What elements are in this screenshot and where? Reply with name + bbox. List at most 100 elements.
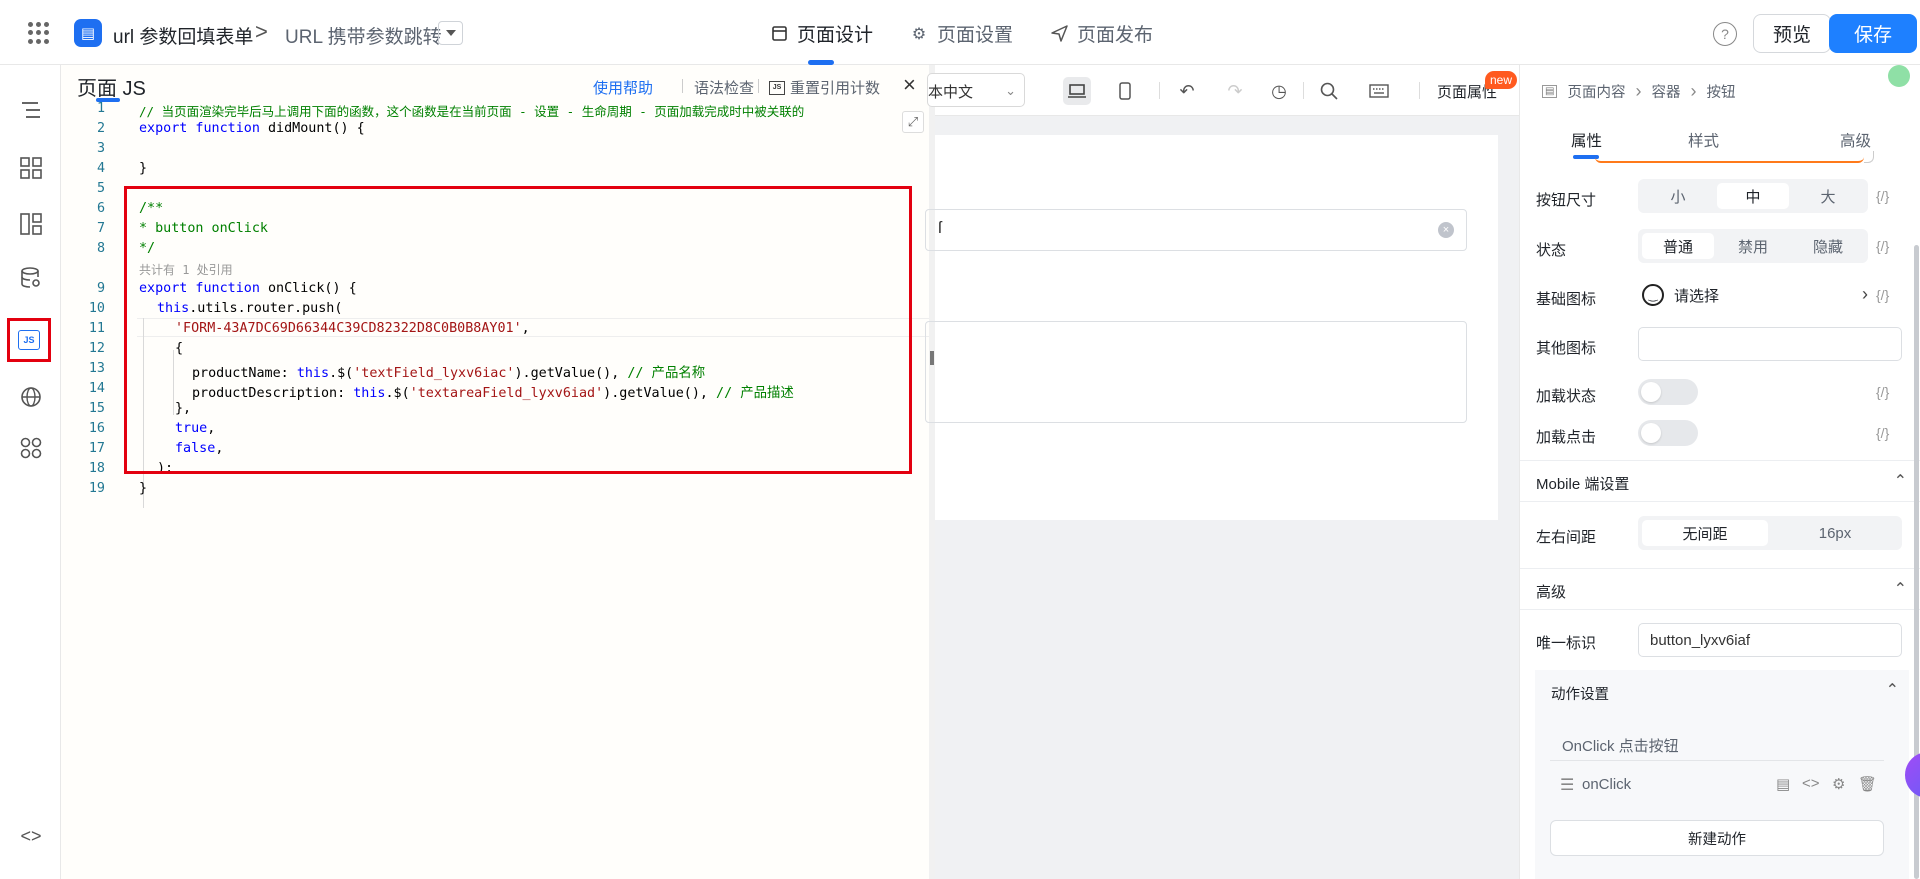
state-normal-option[interactable]: 普通: [1642, 233, 1714, 259]
new-action-button[interactable]: 新建动作: [1550, 820, 1884, 856]
chevron-right-icon: ›: [1635, 81, 1642, 101]
base-icon-picker[interactable]: ‿ 请选择 ›: [1638, 278, 1868, 312]
language-select[interactable]: 本中文 ⌄: [927, 73, 1025, 107]
previous-field-edge: [1595, 157, 1864, 163]
size-large-option[interactable]: 大: [1792, 183, 1864, 209]
loading-state-toggle[interactable]: [1638, 379, 1698, 405]
state-disabled-option[interactable]: 禁用: [1717, 233, 1789, 259]
code-toggle-icon[interactable]: <>: [14, 819, 48, 853]
tab-page-design[interactable]: 页面设计: [770, 20, 873, 47]
margin-segment: 无间距 16px: [1638, 516, 1902, 550]
loading-click-toggle[interactable]: [1638, 420, 1698, 446]
keyboard-icon[interactable]: [1365, 77, 1393, 105]
variable-bind-icon[interactable]: {/}: [1876, 188, 1889, 204]
line-number: 8: [96, 241, 105, 256]
divider: [758, 79, 759, 93]
app-name[interactable]: url 参数回填表单: [113, 22, 253, 49]
canvas-toolbar: 本中文 ⌄ ↶ ↷ ◷ 页面属性 new: [927, 65, 1519, 116]
mobile-view-icon[interactable]: [1111, 77, 1139, 105]
margin-none-option[interactable]: 无间距: [1642, 520, 1768, 546]
action-settings-header[interactable]: 动作设置 ⌃: [1535, 670, 1909, 712]
js-editor-panel: 页面 JS 使用帮助 语法检查 JS 重置引用计数 × ⤢ 1 2 3 4 5 …: [61, 65, 935, 879]
page-switch-dropdown[interactable]: [438, 21, 463, 45]
line-number: 7: [96, 221, 105, 236]
components-icon[interactable]: [14, 151, 48, 185]
onclick-action-item[interactable]: ☰ onClick ▤ <> ⚙ 🗑: [1550, 763, 1884, 807]
line-number: 12: [88, 341, 105, 356]
help-link[interactable]: 使用帮助: [593, 77, 653, 98]
chevron-right-icon: ›: [1690, 81, 1697, 101]
syntax-check-button[interactable]: 语法检查: [682, 77, 754, 98]
variable-bind-icon[interactable]: {/}: [1876, 425, 1889, 441]
preview-button[interactable]: 预览: [1753, 14, 1831, 53]
page-name[interactable]: URL 携带参数跳转: [285, 22, 442, 49]
divider: [1303, 82, 1304, 99]
section-title: 高级: [1536, 584, 1567, 601]
top-bar: ▤ url 参数回填表单 > URL 携带参数跳转 页面设计 ⚙ 页面设置 页面…: [0, 0, 1920, 65]
line-number: 1: [96, 101, 105, 116]
page-content-icon: ▤: [1542, 85, 1558, 98]
tab-advanced[interactable]: 高级: [1840, 129, 1871, 151]
help-icon[interactable]: ?: [1713, 22, 1737, 46]
uid-input[interactable]: button_lyxv6iaf: [1638, 623, 1902, 657]
line-number: 17: [88, 441, 105, 456]
size-medium-option[interactable]: 中: [1717, 183, 1789, 209]
other-icon-input[interactable]: [1638, 327, 1902, 361]
document-icon[interactable]: ▤: [1776, 775, 1790, 793]
layout-icon: [770, 25, 788, 43]
templates-icon[interactable]: [14, 207, 48, 241]
desktop-view-icon[interactable]: [1063, 77, 1091, 105]
line-number: 10: [88, 301, 105, 316]
js-badge: JS: [18, 330, 40, 350]
left-rail: JS <>: [0, 65, 61, 879]
variable-bind-icon[interactable]: {/}: [1876, 238, 1889, 254]
breadcrumb-item[interactable]: 按钮: [1706, 81, 1735, 102]
tab-page-settings[interactable]: ⚙ 页面设置: [910, 20, 1013, 47]
save-button[interactable]: 保存: [1829, 14, 1917, 53]
trash-icon[interactable]: 🗑: [1858, 775, 1877, 793]
state-hidden-option[interactable]: 隐藏: [1792, 233, 1864, 259]
close-icon[interactable]: ×: [903, 72, 916, 98]
button-size-label: 按钮尺寸: [1536, 192, 1597, 209]
apps-icon[interactable]: [14, 431, 48, 465]
line-number: 19: [88, 481, 105, 496]
loading-click-label: 加载点击: [1536, 429, 1597, 446]
code-icon[interactable]: <>: [1802, 775, 1820, 792]
input-fragment: ſ: [938, 218, 942, 237]
variable-bind-icon[interactable]: {/}: [1876, 384, 1889, 400]
redo-icon[interactable]: ↷: [1221, 77, 1249, 105]
margin-16px-option[interactable]: 16px: [1772, 520, 1898, 546]
tab-page-publish[interactable]: 页面发布: [1050, 20, 1153, 47]
breadcrumb-item[interactable]: 容器: [1651, 81, 1680, 102]
app-launcher-icon[interactable]: [28, 22, 50, 44]
design-canvas: 本中文 ⌄ ↶ ↷ ◷ 页面属性 new ſ ×: [925, 65, 1519, 879]
search-icon[interactable]: [1315, 77, 1343, 105]
variable-bind-icon[interactable]: {/}: [1876, 287, 1889, 303]
js-file-icon: JS: [769, 80, 785, 95]
outline-icon[interactable]: [14, 93, 48, 127]
js-icon[interactable]: JS: [7, 318, 51, 362]
gear-icon[interactable]: ⚙: [1832, 775, 1845, 793]
advanced-header[interactable]: 高级 ⌃: [1520, 568, 1920, 610]
size-small-option[interactable]: 小: [1642, 183, 1714, 209]
line-number: 2: [96, 121, 105, 136]
section-title: Mobile 端设置: [1536, 476, 1630, 493]
clear-icon[interactable]: ×: [1438, 222, 1454, 238]
tab-label: 页面发布: [1077, 25, 1154, 46]
tab-style[interactable]: 样式: [1688, 129, 1719, 151]
chevron-right-icon: ›: [1862, 284, 1868, 304]
expand-icon[interactable]: ⤢: [902, 111, 924, 133]
reset-ref-count-button[interactable]: JS 重置引用计数: [769, 77, 880, 98]
tab-properties[interactable]: 属性: [1571, 129, 1602, 151]
mobile-settings-header[interactable]: Mobile 端设置 ⌃: [1520, 460, 1920, 502]
globe-icon[interactable]: [14, 380, 48, 414]
line-number: 3: [96, 141, 105, 156]
history-icon[interactable]: ◷: [1265, 77, 1293, 105]
line-number: 11: [88, 321, 105, 336]
breadcrumb-item[interactable]: 页面内容: [1567, 81, 1625, 102]
datasource-icon[interactable]: [14, 261, 48, 295]
text-field-preview[interactable]: ſ ×: [925, 209, 1467, 251]
undo-icon[interactable]: ↶: [1173, 77, 1201, 105]
textarea-preview[interactable]: [925, 321, 1467, 423]
drag-handle-icon[interactable]: ☰: [1560, 775, 1574, 795]
